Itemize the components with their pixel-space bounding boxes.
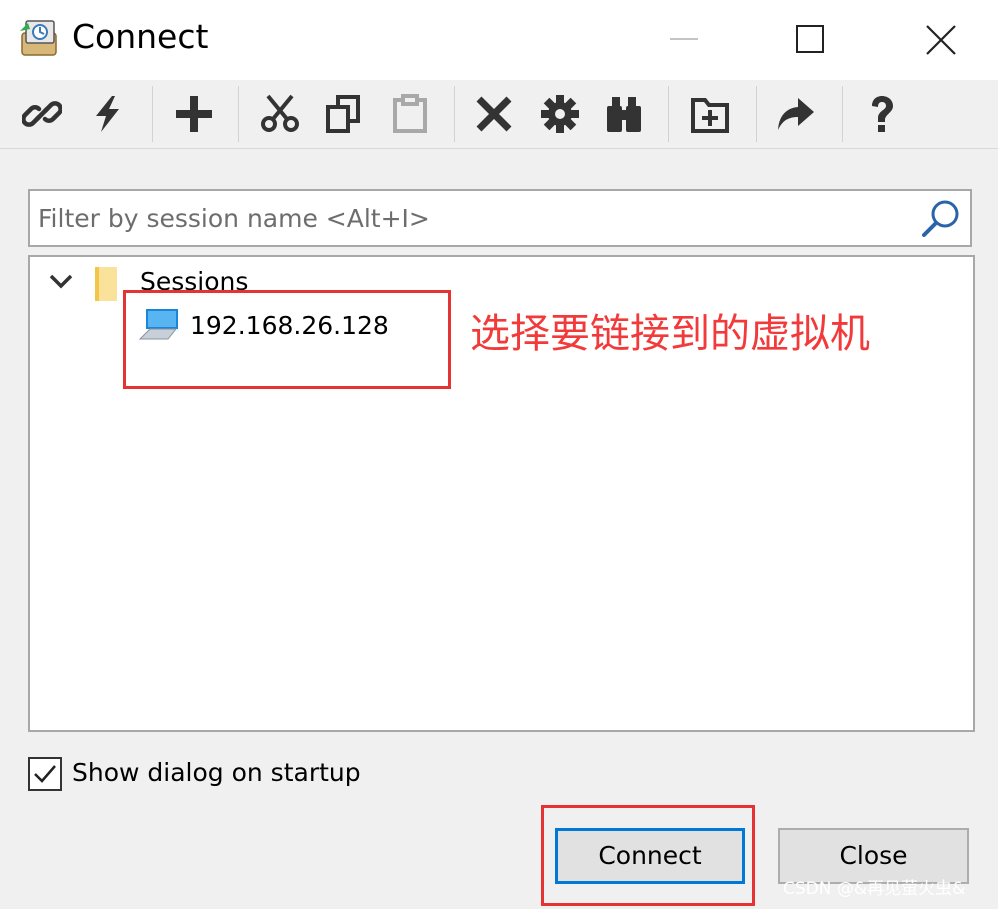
copy-icon — [326, 95, 360, 133]
new-session-button[interactable] — [168, 86, 220, 142]
gear-icon — [541, 95, 579, 133]
properties-button[interactable] — [534, 86, 586, 142]
annotation-highlight-session — [123, 290, 451, 389]
annotation-text: 选择要链接到的虚拟机 — [470, 311, 870, 357]
paste-icon — [393, 94, 427, 133]
securecrt-app-icon — [18, 17, 60, 59]
help-icon — [872, 96, 893, 132]
expand-chevron-icon[interactable] — [46, 271, 76, 293]
show-dialog-checkbox[interactable] — [28, 757, 62, 791]
cut-icon — [261, 94, 299, 132]
paste-button[interactable] — [384, 86, 436, 142]
maximize-icon — [796, 25, 824, 53]
toolbar-separator — [756, 86, 757, 142]
minimize-icon — [670, 38, 698, 40]
toolbar-separator — [454, 86, 455, 142]
share-button[interactable] — [770, 86, 822, 142]
title-bar: Connect — [0, 0, 998, 80]
new-folder-button[interactable] — [684, 86, 736, 142]
delete-button[interactable] — [468, 86, 520, 142]
lightning-icon — [96, 96, 119, 132]
toolbar-separator — [152, 86, 153, 142]
connect-link-button[interactable] — [16, 86, 68, 142]
share-arrow-icon — [778, 98, 814, 130]
folder-icon — [92, 263, 122, 303]
find-button[interactable] — [598, 86, 650, 142]
watermark: CSDN @&再见萤火虫& — [783, 879, 966, 899]
window-title: Connect — [72, 17, 209, 56]
cut-button[interactable] — [254, 86, 306, 142]
quick-connect-button[interactable] — [82, 86, 134, 142]
checkmark-icon — [34, 765, 56, 783]
filter-box — [28, 189, 972, 247]
link-icon — [22, 101, 62, 127]
close-button[interactable]: Close — [778, 828, 969, 884]
plus-icon — [176, 96, 212, 132]
toolbar-separator — [238, 86, 239, 142]
session-filter-input[interactable] — [38, 197, 908, 239]
show-dialog-label[interactable]: Show dialog on startup — [72, 755, 361, 791]
copy-button[interactable] — [318, 86, 370, 142]
help-button[interactable] — [856, 86, 908, 142]
binoculars-icon — [607, 97, 641, 132]
toolbar-separator — [668, 86, 669, 142]
minimize-button[interactable] — [636, 0, 732, 80]
search-icon[interactable] — [918, 197, 964, 241]
toolbar — [0, 80, 998, 148]
toolbar-separator — [842, 86, 843, 142]
close-window-button[interactable] — [892, 0, 988, 80]
new-folder-icon — [691, 98, 729, 133]
maximize-button[interactable] — [762, 0, 858, 80]
delete-icon — [476, 96, 512, 132]
close-icon — [926, 25, 956, 55]
connect-button[interactable]: Connect — [555, 828, 745, 884]
